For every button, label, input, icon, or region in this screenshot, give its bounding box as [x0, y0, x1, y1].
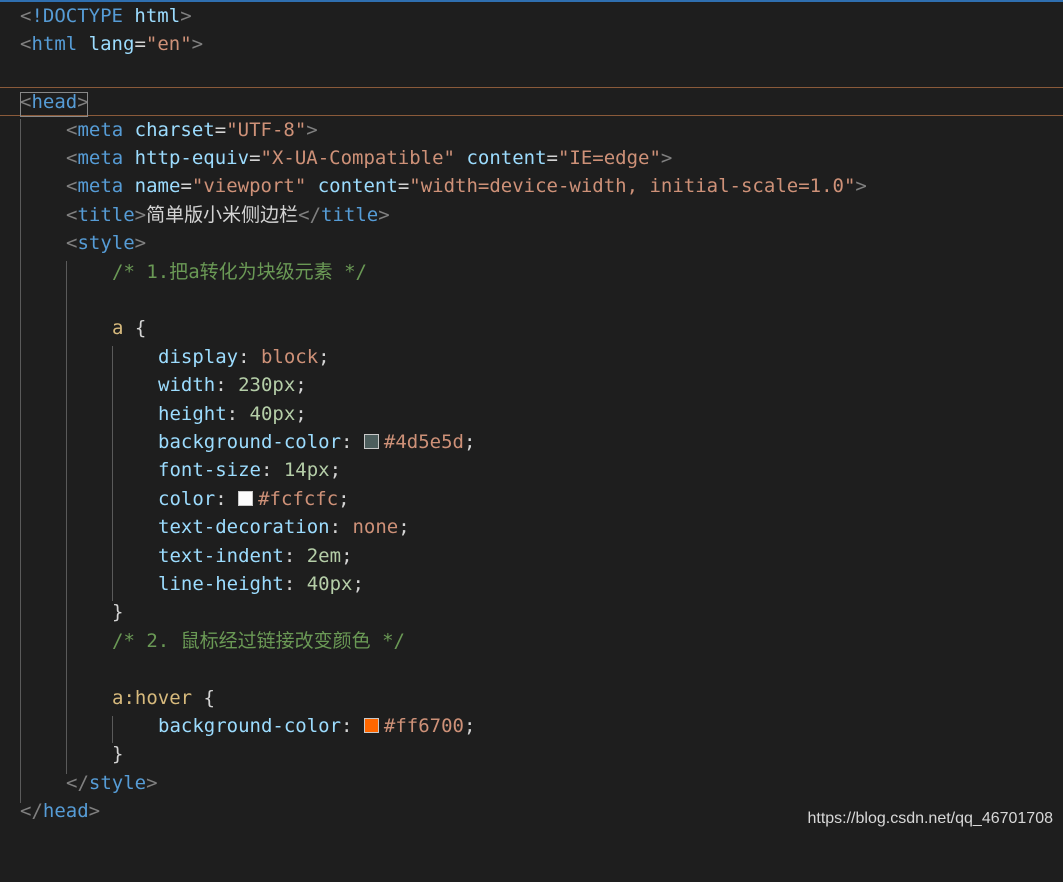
code-line-22[interactable]: }: [0, 598, 1063, 626]
attribute-value: "viewport": [191, 175, 307, 198]
code-line-12[interactable]: a {: [0, 314, 1063, 342]
code-line-14[interactable]: width: 230px;: [0, 371, 1063, 399]
code-line-21[interactable]: line-height: 40px;: [0, 570, 1063, 598]
css-comment: /* 2. 鼠标经过链接改变颜色 */: [112, 629, 405, 652]
color-swatch-icon[interactable]: [363, 718, 379, 733]
code-line-20[interactable]: text-indent: 2em;: [0, 542, 1063, 570]
css-property: display: [158, 345, 239, 368]
attribute-value: "UTF-8": [226, 118, 307, 141]
css-property: background-color: [158, 431, 342, 453]
color-swatch-icon[interactable]: [363, 434, 379, 449]
tag-name: html: [31, 33, 78, 56]
attribute-value: "IE=edge": [557, 147, 661, 169]
tag-name: head: [31, 91, 78, 114]
open-brace: {: [203, 686, 215, 709]
css-property: text-decoration: [158, 516, 330, 539]
code-line-3[interactable]: [0, 59, 1063, 87]
css-value: 40px: [249, 402, 296, 425]
doctype-token: !DOCTYPE: [31, 5, 123, 27]
css-property: background-color: [158, 715, 342, 737]
css-value: #4d5e5d: [383, 431, 464, 453]
code-line-11[interactable]: [0, 286, 1063, 314]
tag-name: title: [321, 203, 379, 226]
css-value: block: [260, 345, 319, 368]
close-brace: }: [112, 601, 124, 624]
tag-name: meta: [77, 118, 124, 141]
code-line-24[interactable]: [0, 655, 1063, 683]
close-brace: }: [112, 743, 124, 766]
code-line-8[interactable]: <title>简单版小米侧边栏</title>: [0, 201, 1063, 229]
code-line-1[interactable]: <!DOCTYPE html>: [0, 2, 1063, 30]
code-line-6[interactable]: <meta http-equiv="X-UA-Compatible" conte…: [0, 144, 1063, 172]
code-line-13[interactable]: display: block;: [0, 343, 1063, 371]
tag-name: meta: [77, 147, 124, 169]
tag-name: style: [77, 232, 135, 255]
code-line-16[interactable]: background-color: #4d5e5d;: [0, 428, 1063, 456]
tag-name: style: [88, 771, 147, 794]
attribute-name: name: [134, 175, 181, 198]
code-line-25[interactable]: a:hover {: [0, 684, 1063, 712]
title-text: 简单版小米侧边栏: [146, 203, 299, 226]
css-comment: /* 1.把a转化为块级元素 */: [112, 260, 367, 283]
attribute-value: "X-UA-Compatible": [260, 147, 455, 169]
css-value: #ff6700: [383, 715, 464, 737]
css-property: text-indent: [158, 544, 284, 567]
doctype-html-token: html: [134, 5, 181, 27]
css-property: height: [158, 402, 227, 425]
attribute-name: content: [317, 175, 398, 198]
attribute-name: charset: [134, 118, 215, 141]
attribute-value: "width=device-width, initial-scale=1.0": [409, 175, 856, 198]
code-line-10[interactable]: /* 1.把a转化为块级元素 */: [0, 258, 1063, 286]
tag-name: head: [42, 800, 89, 823]
code-line-26[interactable]: background-color: #ff6700;: [0, 712, 1063, 740]
css-value: 40px: [306, 573, 353, 595]
css-selector: a:hover: [112, 686, 193, 709]
code-line-4-current[interactable]: <head>: [0, 87, 1063, 116]
open-brace: {: [134, 317, 147, 340]
code-line-23[interactable]: /* 2. 鼠标经过链接改变颜色 */: [0, 627, 1063, 655]
code-editor[interactable]: <!DOCTYPE html> <html lang="en"> <head> …: [0, 2, 1063, 840]
attribute-name: content: [466, 147, 547, 169]
css-property: font-size: [158, 459, 261, 482]
attribute-value: "en": [145, 33, 192, 56]
code-line-9[interactable]: <style>: [0, 229, 1063, 257]
code-line-28[interactable]: </style>: [0, 769, 1063, 797]
attribute-name: lang: [88, 33, 135, 56]
watermark-url: https://blog.csdn.net/qq_46701708: [807, 810, 1053, 827]
code-line-5[interactable]: <meta charset="UTF-8">: [0, 116, 1063, 144]
css-value: none: [352, 516, 399, 539]
code-line-17[interactable]: font-size: 14px;: [0, 456, 1063, 484]
css-value: 2em: [306, 544, 342, 567]
css-property: color: [158, 487, 216, 510]
code-line-7[interactable]: <meta name="viewport" content="width=dev…: [0, 172, 1063, 200]
css-value: 230px: [238, 374, 296, 397]
code-line-2[interactable]: <html lang="en">: [0, 30, 1063, 58]
css-selector: a: [112, 317, 124, 340]
css-value: #fcfcfc: [258, 487, 339, 510]
css-property: width: [158, 374, 216, 397]
code-line-19[interactable]: text-decoration: none;: [0, 513, 1063, 541]
css-property: line-height: [158, 573, 284, 595]
attribute-name: http-equiv: [134, 147, 250, 169]
tag-name: title: [77, 203, 135, 226]
code-line-18[interactable]: color: #fcfcfc;: [0, 485, 1063, 513]
tag-name: meta: [77, 175, 124, 198]
css-value: 14px: [283, 459, 330, 482]
color-swatch-icon[interactable]: [238, 490, 254, 506]
code-line-15[interactable]: height: 40px;: [0, 400, 1063, 428]
code-line-27[interactable]: }: [0, 740, 1063, 768]
